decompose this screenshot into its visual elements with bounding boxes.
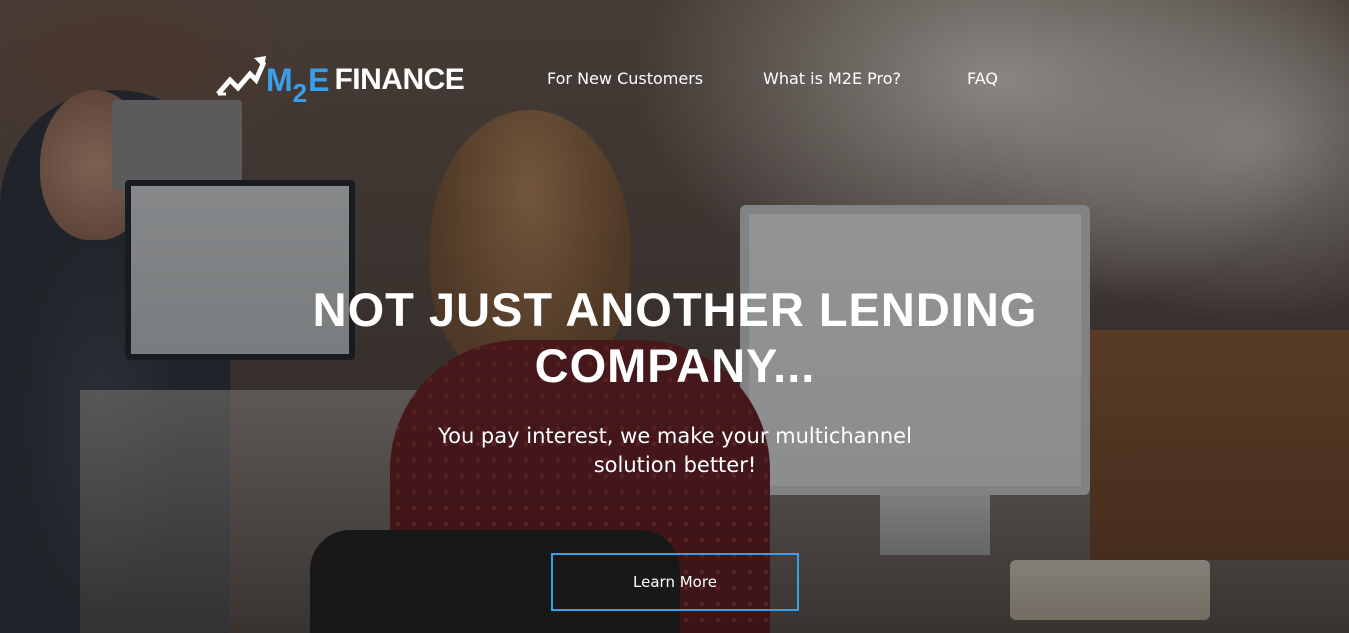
logo-letter-e: E [308,62,329,98]
nav-link-what-is-m2e-pro[interactable]: What is M2E Pro? [763,69,901,88]
hero-title-line-1: NOT JUST ANOTHER LENDING [312,283,1038,336]
hero-subtitle-line-1: You pay interest, we make your multichan… [438,424,912,448]
learn-more-button[interactable]: Learn More [551,553,799,611]
logo-digit-2: 2 [292,78,308,108]
nav-link-faq[interactable]: FAQ [967,69,998,88]
site-header: M 2 E FINANCE For New Customers What is … [216,52,1016,112]
growth-chart-arrow-icon [216,56,266,96]
hero-subtitle-line-2: solution better! [593,453,757,477]
site-logo[interactable]: M 2 E FINANCE [216,52,465,108]
logo-finance-text: FINANCE [334,63,465,96]
hero-subtitle: You pay interest, we make your multichan… [425,422,925,480]
learn-more-label: Learn More [633,573,717,591]
hero-title: NOT JUST ANOTHER LENDING COMPANY... [300,282,1050,394]
nav-link-new-customers[interactable]: For New Customers [547,69,703,88]
logo-letter-m: M [266,62,293,98]
hero-title-line-2: COMPANY... [534,339,816,392]
